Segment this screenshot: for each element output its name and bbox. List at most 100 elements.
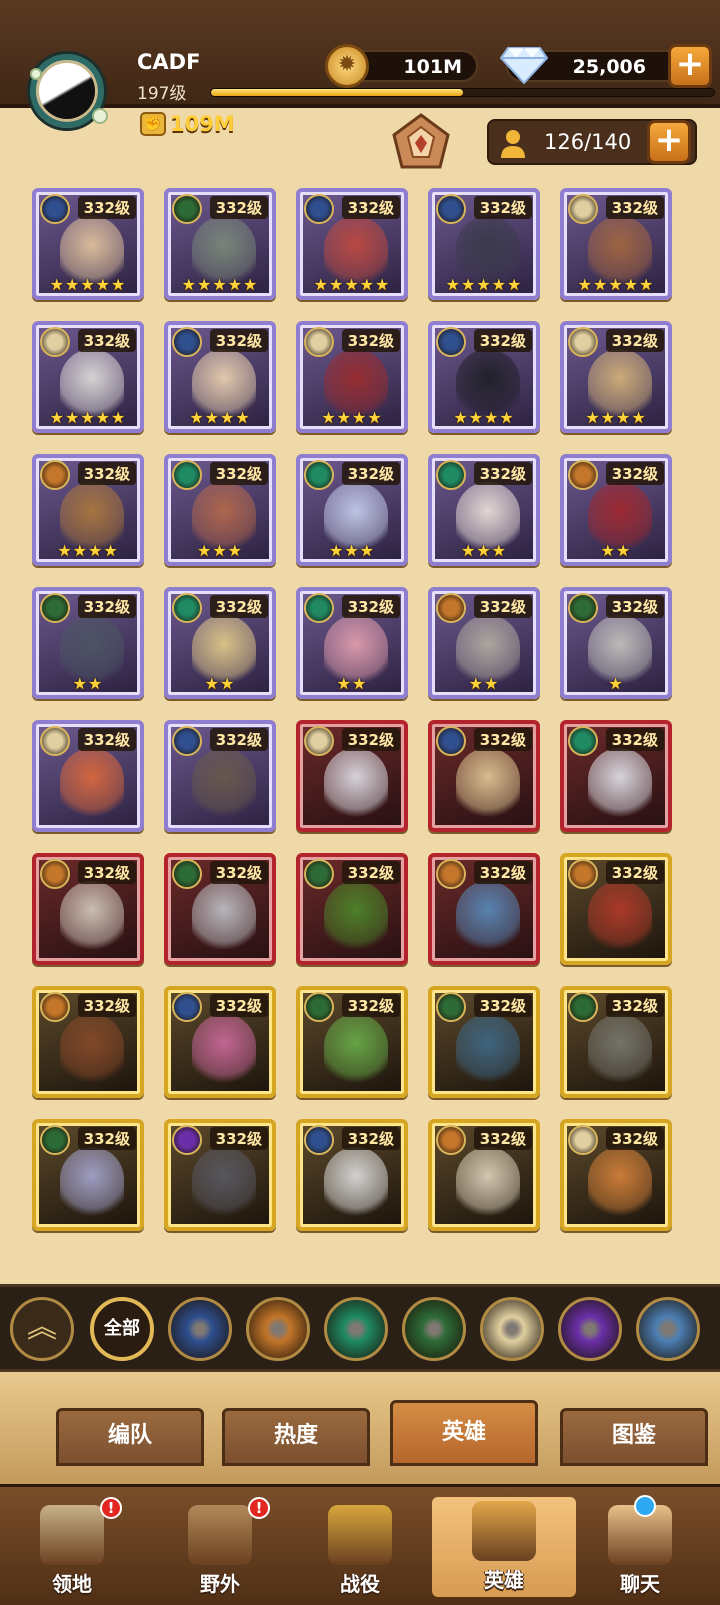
hero-card[interactable]: 332级 ★★★★ <box>296 321 408 433</box>
filter-hypogean-icon[interactable] <box>558 1297 622 1361</box>
buy-gems-button[interactable]: + <box>668 44 712 88</box>
hero-stars: ★★ <box>600 541 632 560</box>
hero-card[interactable]: 332级 ★★★★ <box>428 321 540 433</box>
hero-card[interactable]: 332级 <box>32 720 144 832</box>
hero-capacity-value: 126/140 <box>544 130 632 154</box>
hero-card[interactable]: 332级 <box>32 986 144 1098</box>
nav-label: 野外 <box>200 1572 240 1596</box>
tab-3[interactable]: 图鉴 <box>560 1408 708 1466</box>
hero-level: 332级 <box>209 994 268 1017</box>
hero-card[interactable]: 332级 <box>560 720 672 832</box>
tab-2[interactable]: 英雄 <box>390 1400 538 1466</box>
hero-card[interactable]: 332级 <box>296 1119 408 1231</box>
celestial-faction-icon <box>436 327 466 357</box>
hero-stars: ★★★★ <box>57 541 119 560</box>
nav-item-0[interactable]: 领地! <box>12 1497 132 1601</box>
hero-card[interactable]: 332级 ★ <box>560 587 672 699</box>
hero-level: 332级 <box>473 994 532 1017</box>
hero-level: 332级 <box>341 196 400 219</box>
hero-card[interactable]: 332级 <box>428 853 540 965</box>
hero-level: 332级 <box>473 595 532 618</box>
hero-card[interactable]: 332级 <box>164 1119 276 1231</box>
wilder-faction-icon <box>304 593 334 623</box>
hero-level: 332级 <box>473 462 532 485</box>
hero-stars: ★★★★★ <box>445 275 523 294</box>
hero-level: 332级 <box>209 861 268 884</box>
hero-card[interactable]: 332级 <box>164 853 276 965</box>
wilder-faction-icon <box>172 460 202 490</box>
hero-portrait <box>588 1014 652 1086</box>
hero-card[interactable]: 332级 ★★★★★ <box>428 188 540 300</box>
mauler-faction-icon <box>40 992 70 1022</box>
nav-item-1[interactable]: 野外! <box>160 1497 280 1601</box>
filter-dimensional-icon[interactable] <box>636 1297 700 1361</box>
hero-card[interactable]: 332级 <box>428 986 540 1098</box>
celestial-faction-icon <box>436 726 466 756</box>
hero-card[interactable]: 332级 <box>560 1119 672 1231</box>
celestial-faction-icon <box>172 726 202 756</box>
hero-card[interactable]: 332级 <box>32 1119 144 1231</box>
tab-1[interactable]: 热度 <box>222 1408 370 1466</box>
hero-card[interactable]: 332级 ★★ <box>428 587 540 699</box>
hero-level: 332级 <box>473 861 532 884</box>
hero-card[interactable]: 332级 ★★ <box>560 454 672 566</box>
hero-card[interactable]: 332级 <box>296 720 408 832</box>
nav-item-4[interactable]: 聊天 <box>580 1495 700 1601</box>
hero-card[interactable]: 332级 ★★★★★ <box>32 321 144 433</box>
hero-card[interactable]: 332级 ★★ <box>296 587 408 699</box>
tab-0[interactable]: 编队 <box>56 1408 204 1466</box>
filter-celestial-icon[interactable] <box>168 1297 232 1361</box>
filter-lightbearer-icon[interactable] <box>480 1297 544 1361</box>
graveborn-faction-icon <box>436 992 466 1022</box>
hero-card[interactable]: 332级 <box>428 1119 540 1231</box>
expand-capacity-button[interactable]: + <box>647 120 691 164</box>
hero-card[interactable]: 332级 ★★★★ <box>164 321 276 433</box>
hero-card[interactable]: 332级 ★★ <box>164 587 276 699</box>
hero-card[interactable]: 332级 <box>560 986 672 1098</box>
filter-all-button[interactable]: 全部 <box>90 1297 154 1361</box>
hero-card[interactable]: 332级 <box>296 986 408 1098</box>
collapse-arrow-icon[interactable]: ︽ <box>10 1297 74 1361</box>
hero-card[interactable]: 332级 <box>164 720 276 832</box>
hero-card[interactable]: 332级 ★★★★ <box>32 454 144 566</box>
hero-card[interactable]: 332级 ★★★★★ <box>560 188 672 300</box>
celestial-faction-icon <box>40 194 70 224</box>
hero-portrait <box>588 748 652 820</box>
hero-level: 332级 <box>77 595 136 618</box>
hero-card[interactable]: 332级 ★★★★★ <box>164 188 276 300</box>
graveborn-faction-icon <box>304 859 334 889</box>
hero-card[interactable]: 332级 ★★★ <box>428 454 540 566</box>
player-avatar[interactable] <box>30 54 108 128</box>
hero-card[interactable]: 332级 ★★★★ <box>560 321 672 433</box>
filter-graveborn-icon[interactable] <box>402 1297 466 1361</box>
hero-card[interactable]: 332级 <box>560 853 672 965</box>
celestial-faction-icon <box>304 1125 334 1155</box>
hero-stars: ★★ <box>336 674 368 693</box>
hero-portrait <box>192 881 256 953</box>
castle-icon <box>40 1505 104 1565</box>
hero-level: 332级 <box>341 1127 400 1150</box>
graveborn-faction-icon <box>40 1125 70 1155</box>
nav-item-2[interactable]: 战役 <box>300 1501 420 1601</box>
notification-dot <box>634 1495 656 1517</box>
hero-card[interactable]: 332级 <box>296 853 408 965</box>
alert-badge: ! <box>100 1497 122 1519</box>
hero-card[interactable]: 332级 ★★★★★ <box>296 188 408 300</box>
hero-card[interactable]: 332级 ★★★★★ <box>32 188 144 300</box>
filter-mauler-icon[interactable] <box>246 1297 310 1361</box>
hero-card[interactable]: 332级 <box>428 720 540 832</box>
hero-card[interactable]: 332级 <box>32 853 144 965</box>
lightbearer-faction-icon <box>40 327 70 357</box>
hero-card[interactable]: 332级 ★★★ <box>296 454 408 566</box>
celestial-faction-icon <box>436 194 466 224</box>
hero-stars: ★★★★★ <box>313 275 391 294</box>
hero-card[interactable]: 332级 <box>164 986 276 1098</box>
filter-wilder-icon[interactable] <box>324 1297 388 1361</box>
nav-item-3[interactable]: 英雄 <box>432 1497 576 1597</box>
hero-portrait <box>60 1014 124 1086</box>
hero-card[interactable]: 332级 ★★★ <box>164 454 276 566</box>
player-name: CADF <box>137 50 201 74</box>
wilder-faction-icon <box>172 593 202 623</box>
hero-card[interactable]: 332级 ★★ <box>32 587 144 699</box>
formation-emblem-icon[interactable] <box>390 113 452 171</box>
